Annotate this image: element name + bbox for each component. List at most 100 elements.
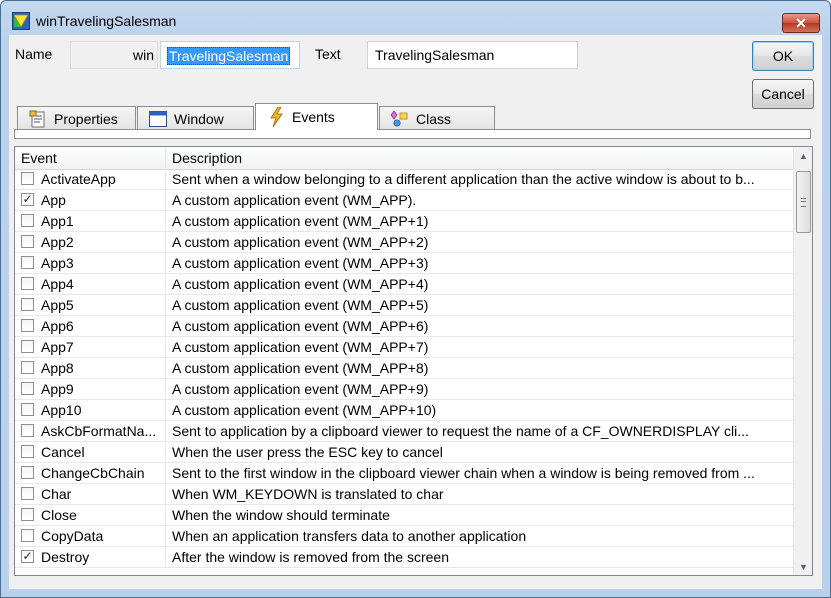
text-field[interactable]: TravelingSalesman xyxy=(367,41,578,69)
event-name: App7 xyxy=(41,339,74,355)
table-row[interactable]: App8 A custom application event (WM_APP+8… xyxy=(15,358,793,379)
table-row[interactable]: ChangeCbChain Sent to the first window in… xyxy=(15,463,793,484)
event-description: A custom application event (WM_APP+10) xyxy=(172,402,437,418)
tab-events[interactable]: Events xyxy=(255,103,378,130)
event-name: App5 xyxy=(41,297,74,313)
event-checkbox[interactable]: ✓ xyxy=(21,193,34,206)
name-field[interactable]: TravelingSalesman xyxy=(160,41,300,69)
grid-header: Event Description xyxy=(15,147,793,170)
event-cell: AskCbFormatNa... xyxy=(15,421,166,441)
tab-properties-label: Properties xyxy=(54,110,118,127)
event-checkbox[interactable] xyxy=(21,445,34,458)
dialog-window: winTravelingSalesman ✕ Name win Travelin… xyxy=(0,0,831,598)
event-checkbox[interactable]: ✓ xyxy=(21,550,34,563)
event-cell: App9 xyxy=(15,379,166,399)
grip-icon xyxy=(801,198,806,207)
table-row[interactable]: App9 A custom application event (WM_APP+9… xyxy=(15,379,793,400)
event-description: Sent when a window belonging to a differ… xyxy=(172,171,755,187)
scroll-down-arrow-icon[interactable]: ▼ xyxy=(794,558,812,575)
event-cell: CopyData xyxy=(15,526,166,546)
ok-button[interactable]: OK xyxy=(752,41,814,71)
event-cell: App10 xyxy=(15,400,166,420)
scrollbar-thumb[interactable] xyxy=(796,171,811,233)
tab-window-label: Window xyxy=(174,110,224,127)
cancel-button[interactable]: Cancel xyxy=(752,79,814,109)
event-checkbox[interactable] xyxy=(21,319,34,332)
event-checkbox[interactable] xyxy=(21,214,34,227)
column-header-event[interactable]: Event xyxy=(21,150,57,166)
text-label: Text xyxy=(315,46,341,62)
event-checkbox[interactable] xyxy=(21,529,34,542)
events-grid[interactable]: Event Description ActivateApp Sent when a… xyxy=(14,146,813,576)
name-field-value: TravelingSalesman xyxy=(167,47,291,65)
column-header-description[interactable]: Description xyxy=(172,150,242,166)
event-checkbox[interactable] xyxy=(21,172,34,185)
event-checkbox[interactable] xyxy=(21,424,34,437)
event-checkbox[interactable] xyxy=(21,298,34,311)
event-checkbox[interactable] xyxy=(21,340,34,353)
event-name: ChangeCbChain xyxy=(41,465,145,481)
event-cell: App6 xyxy=(15,316,166,336)
close-button[interactable]: ✕ xyxy=(782,13,820,33)
window-title: winTravelingSalesman xyxy=(36,13,177,29)
tab-window[interactable]: Window xyxy=(137,106,254,130)
event-checkbox[interactable] xyxy=(21,382,34,395)
tab-class[interactable]: Class xyxy=(379,106,495,130)
table-row[interactable]: ✓ App A custom application event (WM_APP). xyxy=(15,190,793,211)
vertical-scrollbar[interactable]: ▲ ▼ xyxy=(793,147,812,575)
table-row[interactable]: App10 A custom application event (WM_APP+… xyxy=(15,400,793,421)
table-row[interactable]: App1 A custom application event (WM_APP+1… xyxy=(15,211,793,232)
name-label: Name xyxy=(15,46,53,62)
name-prefix: win xyxy=(132,47,154,63)
table-row[interactable]: Close When the window should terminate xyxy=(15,505,793,526)
table-row[interactable]: App4 A custom application event (WM_APP+4… xyxy=(15,274,793,295)
table-row[interactable]: AskCbFormatNa... Sent to application by a… xyxy=(15,421,793,442)
event-cell: App2 xyxy=(15,232,166,252)
table-row[interactable]: Char When WM_KEYDOWN is translated to cha… xyxy=(15,484,793,505)
table-row[interactable]: App3 A custom application event (WM_APP+3… xyxy=(15,253,793,274)
properties-icon xyxy=(28,110,48,128)
event-name: App2 xyxy=(41,234,74,250)
event-name: Cancel xyxy=(41,444,85,460)
table-row[interactable]: Cancel When the user press the ESC key to… xyxy=(15,442,793,463)
event-description: Sent to application by a clipboard viewe… xyxy=(172,423,749,439)
event-cell: ChangeCbChain xyxy=(15,463,166,483)
class-icon xyxy=(390,109,410,128)
table-row[interactable]: App5 A custom application event (WM_APP+5… xyxy=(15,295,793,316)
table-row[interactable]: ✓ Destroy After the window is removed from… xyxy=(15,547,793,568)
table-row[interactable]: ActivateApp Sent when a window belonging … xyxy=(15,169,793,190)
title-bar[interactable]: winTravelingSalesman ✕ xyxy=(1,1,830,35)
table-row[interactable]: App7 A custom application event (WM_APP+7… xyxy=(15,337,793,358)
close-icon: ✕ xyxy=(795,14,807,31)
event-cell: App8 xyxy=(15,358,166,378)
event-name: ActivateApp xyxy=(41,171,116,187)
event-name: Close xyxy=(41,507,77,523)
event-checkbox[interactable] xyxy=(21,466,34,479)
event-checkbox[interactable] xyxy=(21,508,34,521)
event-name: Destroy xyxy=(41,549,90,565)
event-description: A custom application event (WM_APP+9) xyxy=(172,381,429,397)
event-checkbox[interactable] xyxy=(21,487,34,500)
event-checkbox[interactable] xyxy=(21,403,34,416)
event-checkbox[interactable] xyxy=(21,235,34,248)
event-checkbox[interactable] xyxy=(21,256,34,269)
table-row[interactable]: App2 A custom application event (WM_APP+2… xyxy=(15,232,793,253)
event-description: When WM_KEYDOWN is translated to char xyxy=(172,486,444,502)
event-description: When an application transfers data to an… xyxy=(172,528,527,544)
scroll-up-arrow-icon[interactable]: ▲ xyxy=(794,147,812,164)
table-row[interactable]: CopyData When an application transfers da… xyxy=(15,526,793,547)
event-checkbox[interactable] xyxy=(21,361,34,374)
event-cell: ✓ Destroy xyxy=(15,547,166,567)
table-row[interactable]: App6 A custom application event (WM_APP+6… xyxy=(15,316,793,337)
window-icon xyxy=(148,110,168,128)
event-checkbox[interactable] xyxy=(21,277,34,290)
dialog-client-area: Name win TravelingSalesman Text Travelin… xyxy=(9,35,822,589)
tab-properties[interactable]: Properties xyxy=(17,106,136,130)
event-cell: Cancel xyxy=(15,442,166,462)
event-description: A custom application event (WM_APP). xyxy=(172,192,417,208)
event-cell: App3 xyxy=(15,253,166,273)
event-description: Sent to the first window in the clipboar… xyxy=(172,465,755,481)
column-separator[interactable] xyxy=(165,147,166,169)
event-name: App1 xyxy=(41,213,74,229)
event-description: A custom application event (WM_APP+8) xyxy=(172,360,429,376)
